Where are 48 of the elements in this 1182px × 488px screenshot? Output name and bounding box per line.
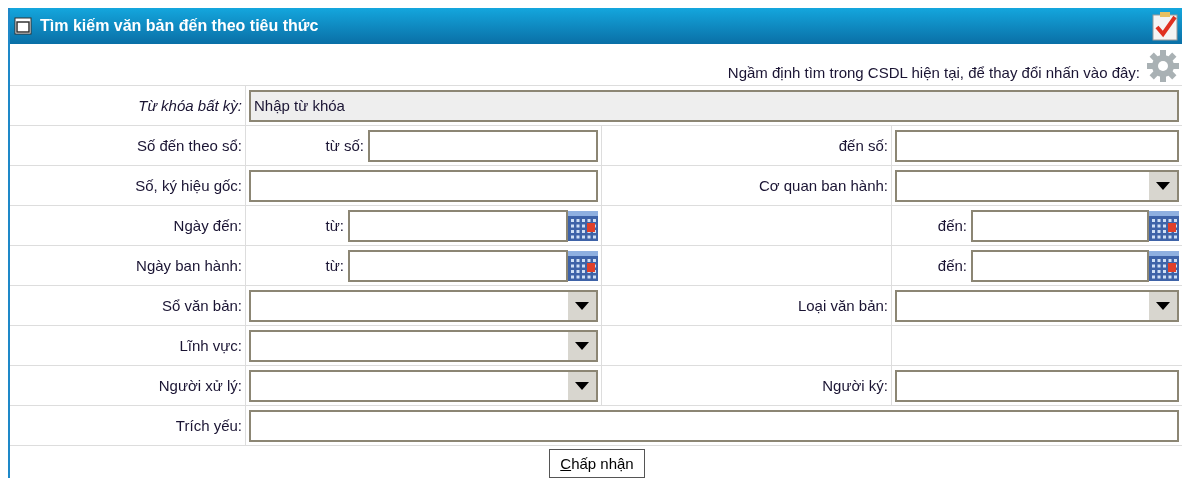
date-field[interactable] [971,209,1149,242]
submit-button[interactable]: Chấp nhận [549,449,645,478]
field-label: Trích yếu: [175,417,242,434]
date-field[interactable] [348,209,568,242]
field-label: đến: [937,217,967,234]
dropdown-arrow-icon [575,341,589,350]
text-field[interactable] [368,129,598,162]
panel-title: Tìm kiếm văn bản đến theo tiêu thức [40,17,320,35]
field-label: Số, ký hiệu gốc: [135,177,242,194]
select-field[interactable] [895,289,1179,322]
field-label: đến số: [838,137,888,154]
field-label: đến: [937,257,967,274]
date-field[interactable] [348,249,568,282]
field-label: Ngày đến: [173,217,242,234]
clipboard-check-icon[interactable] [1152,11,1178,41]
select-field[interactable] [249,329,598,362]
field-label: Sổ văn bản: [161,297,242,314]
gear-icon[interactable] [1146,49,1180,83]
date-field[interactable] [971,249,1149,282]
keyword-field[interactable]: Nhập từ khóa [249,89,1179,122]
text-field[interactable] [249,169,598,202]
select-field[interactable] [249,369,598,402]
field-label: Người ký: [822,377,888,394]
field-label: Loại văn bản: [797,297,888,314]
dropdown-arrow-icon [575,301,589,310]
notice-text: Ngầm định tìm trong CSDL hiện tại, để thay đổi nhấn vào đây: [727,64,1140,83]
field-label: Lĩnh vực: [179,337,242,354]
field-label: Số đến theo sổ: [136,137,242,154]
text-field[interactable] [895,129,1179,162]
window-icon[interactable] [14,17,32,35]
field-label: từ: [325,257,344,274]
calendar-icon[interactable] [568,250,598,281]
dropdown-arrow-icon [1156,181,1170,190]
select-field[interactable] [249,289,598,322]
select-field[interactable] [895,169,1179,202]
calendar-icon[interactable] [568,210,598,241]
field-label: Cơ quan ban hành: [758,177,888,194]
calendar-icon[interactable] [1149,210,1179,241]
field-label: từ số: [325,137,364,154]
dropdown-arrow-icon [1156,301,1170,310]
text-field[interactable] [249,409,1179,442]
dropdown-arrow-icon [575,381,589,390]
calendar-icon[interactable] [1149,250,1179,281]
field-label: Từ khóa bất kỳ: [138,97,242,114]
field-label: từ: [325,217,344,234]
field-label: Ngày ban hành: [136,257,242,274]
text-field[interactable] [895,369,1179,402]
field-label: Người xử lý: [158,377,242,394]
